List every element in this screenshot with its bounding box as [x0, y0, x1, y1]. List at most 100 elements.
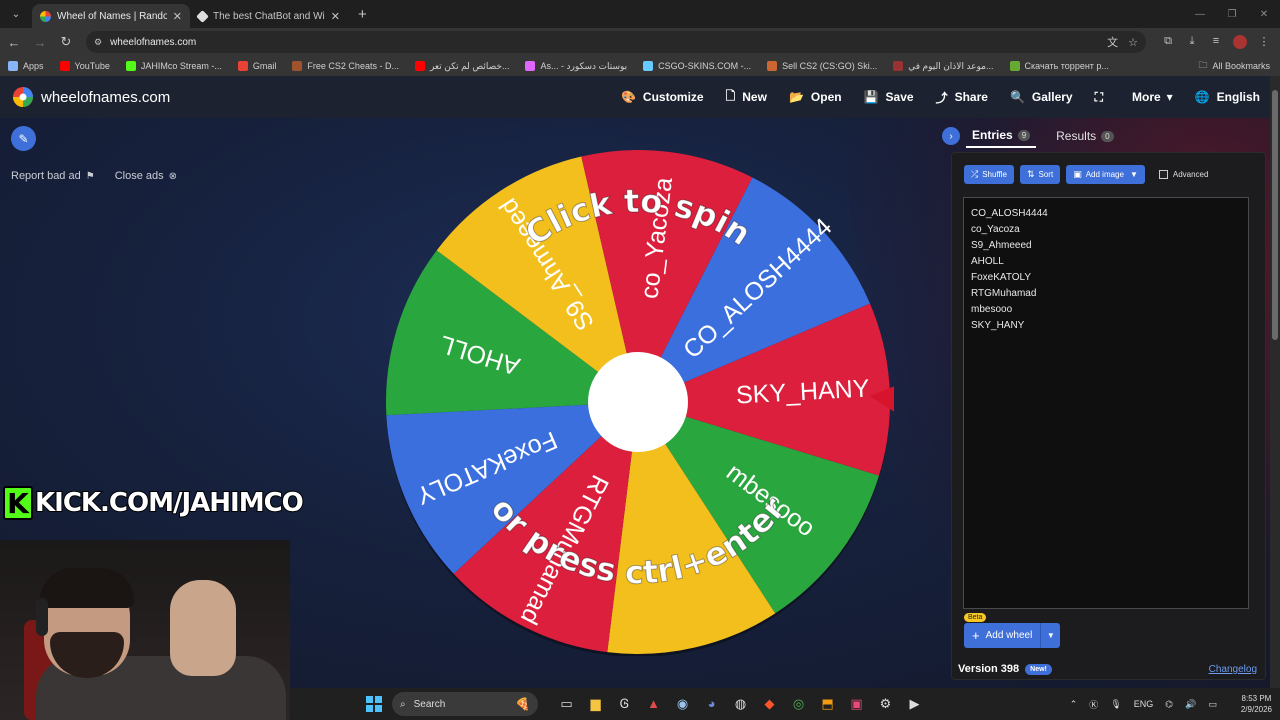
volume-icon[interactable]: 🔊 — [1185, 699, 1196, 710]
report-bad-ad-link[interactable]: Report bad ad ⚑ — [11, 170, 95, 182]
tray-chevron-icon[interactable]: ⌃ — [1070, 699, 1078, 710]
advanced-checkbox[interactable]: Advanced — [1158, 170, 1208, 179]
entries-textarea[interactable]: CO_ALOSH4444 co_Yacoza S9_Ahmeeed AHOLL Foxe… — [963, 197, 1249, 609]
kick-tray-icon[interactable]: Ⓚ — [1089, 698, 1098, 711]
app-circle-icon[interactable]: ◍ — [726, 696, 755, 712]
system-tray: ⌃ Ⓚ 🎙 ENG ⌬ 🔊 ▭ 8:53 PM 2/9/2026 — [1058, 688, 1272, 720]
profile-avatar-icon[interactable] — [1233, 35, 1247, 49]
add-image-button[interactable]: ▣ Add image ▼ — [1066, 165, 1145, 184]
media-icon[interactable]: ≡ — [1204, 35, 1228, 49]
fullscreen-icon: ⛶ — [1094, 89, 1103, 104]
close-tab-icon[interactable]: ✕ — [173, 10, 182, 23]
extensions-icon[interactable]: ⧉ — [1156, 35, 1180, 49]
close-window-icon[interactable]: ✕ — [1248, 0, 1280, 28]
url-text: wheelofnames.com — [110, 36, 197, 48]
chevron-down-icon: ▼ — [1046, 631, 1055, 640]
bookmark-item[interactable]: Sell CS2 (CS:GO) Ski... — [759, 61, 885, 71]
nav-customize[interactable]: 🎨 Customize — [621, 90, 704, 104]
address-bar[interactable]: ⚙ wheelofnames.com 文 ☆ — [86, 31, 1146, 53]
new-tab-icon[interactable]: + — [358, 6, 367, 23]
battery-icon[interactable]: ▭ — [1208, 699, 1217, 710]
collapse-panel-icon[interactable]: › — [942, 127, 960, 145]
nav-english[interactable]: 🌐 English — [1195, 90, 1260, 104]
browser-tab-chatbot[interactable]: The best ChatBot and Widgets ✕ — [190, 4, 348, 28]
translate-icon[interactable]: 文 — [1107, 34, 1118, 50]
new-file-icon: 🗋 — [725, 88, 736, 103]
close-ads-link[interactable]: Close ads ⊗ — [115, 170, 177, 182]
bookmark-item[interactable]: JAHIMco Stream -... — [118, 61, 230, 71]
add-wheel-button[interactable]: + Add wheel — [964, 623, 1041, 648]
chrome-icon[interactable]: ◎ — [784, 696, 813, 712]
spin-wheel[interactable]: SKY_HANYmbesoooRTGMuhamadFoxeKATOLYAHOLL… — [384, 148, 920, 657]
close-tab-icon[interactable]: ✕ — [331, 10, 340, 23]
bookmark-item[interactable]: Free CS2 Cheats - D... — [284, 61, 407, 71]
brave-icon[interactable]: ◆ — [755, 696, 784, 712]
checkbox[interactable] — [1158, 170, 1168, 179]
bookmark-favicon-icon — [525, 61, 536, 71]
bookmark-item[interactable]: CSGO-SKINS.COM -... — [635, 61, 759, 71]
bookmark-item[interactable]: As... - بوستات دسكورد — [517, 61, 635, 72]
bookmark-item[interactable]: Скачать торрент р... — [1002, 61, 1117, 71]
wifi-icon[interactable]: ⌬ — [1165, 699, 1173, 710]
menu-kebab-icon[interactable]: ⋮ — [1252, 35, 1276, 49]
nav-more[interactable]: More ▾ — [1132, 90, 1173, 104]
bookmark-star-icon[interactable]: ☆ — [1128, 36, 1138, 49]
all-bookmarks[interactable]: 🗀 All Bookmarks — [1198, 56, 1270, 76]
add-wheel-dropdown[interactable]: ▼ — [1040, 623, 1061, 648]
app-valorant-icon[interactable]: ▲ — [639, 696, 668, 712]
reload-icon[interactable]: ↻ — [54, 34, 78, 50]
page-scrollbar[interactable] — [1270, 76, 1280, 688]
streamer-hand — [170, 580, 236, 676]
shuffle-button[interactable]: ⤮ Shuffle — [964, 165, 1014, 184]
changelog-link[interactable]: Changelog — [1209, 664, 1257, 675]
download-icon[interactable]: ⤓ — [1180, 35, 1204, 49]
tab-results[interactable]: Results 0 — [1050, 125, 1119, 147]
media-player-icon[interactable]: ▶ — [900, 696, 929, 712]
input-language[interactable]: ENG — [1134, 699, 1154, 709]
nav-open[interactable]: 📂 Open — [789, 90, 842, 104]
entry-line: CO_ALOSH4444 — [971, 208, 1048, 219]
browser-tab-wheel-of-names[interactable]: Wheel of Names | Random nam ✕ — [32, 4, 190, 28]
nav-share[interactable]: ⤴ Share — [936, 89, 988, 106]
entry-line: S9_Ahmeeed — [971, 240, 1032, 251]
restore-icon[interactable]: ❐ — [1216, 0, 1248, 28]
site-logo[interactable]: wheelofnames.com — [12, 86, 170, 108]
minimize-icon[interactable]: — — [1184, 0, 1216, 28]
taskbar-search[interactable]: ⌕ Search 🍕 — [392, 692, 538, 716]
close-circle-icon: ⊗ — [168, 170, 177, 182]
bookmark-item[interactable]: Apps — [0, 61, 52, 71]
app-pink-icon[interactable]: ▣ — [842, 696, 871, 712]
steam-icon[interactable]: ◉ — [668, 696, 697, 712]
forward-icon[interactable]: → — [28, 35, 52, 50]
bookmark-favicon-icon — [414, 61, 425, 71]
bookmark-item[interactable]: YouTube — [52, 61, 118, 71]
windows-start-icon[interactable] — [366, 696, 382, 712]
nav-save[interactable]: 💾 Save — [864, 90, 914, 104]
app-g-icon[interactable]: Ꮆ — [610, 696, 639, 712]
file-explorer-icon[interactable]: ▆ — [581, 696, 610, 712]
bookmark-item[interactable]: Gmail — [230, 61, 285, 71]
tab-entries[interactable]: Entries 9 — [966, 124, 1037, 148]
settings-gear-icon[interactable]: ⚙ — [871, 696, 900, 712]
tab-search-icon[interactable]: ⌄ — [4, 3, 28, 25]
sort-button[interactable]: ⇅ Sort — [1019, 165, 1061, 184]
edit-pencil-icon[interactable]: ✎ — [11, 126, 36, 151]
nav-new[interactable]: 🗋 New — [726, 87, 767, 108]
site-info-icon[interactable]: ⚙ — [94, 37, 102, 48]
discord-icon[interactable]: ◕ — [697, 696, 726, 712]
wheel-center-hub[interactable] — [588, 352, 688, 452]
browser-tab-strip: ⌄ Wheel of Names | Random nam ✕ The best… — [0, 0, 1280, 28]
bookmark-item[interactable]: خصائص لم تكن تعر... — [407, 61, 518, 72]
nav-fullscreen[interactable]: ⛶ — [1095, 90, 1110, 105]
wheel-favicon-icon — [40, 10, 51, 22]
task-view-icon[interactable]: ▭ — [552, 696, 581, 712]
scrollbar-thumb[interactable] — [1272, 90, 1278, 340]
back-icon[interactable]: ← — [2, 35, 26, 50]
bookmark-item[interactable]: موعد الاذان اليوم في... — [885, 61, 1001, 72]
wheel-container[interactable]: SKY_HANY mbesooo RTGMuhamad FoxeKATOLY AHOLL… — [384, 148, 920, 657]
bookmark-favicon-icon — [237, 61, 248, 71]
app-orange-icon[interactable]: ⬒ — [813, 696, 842, 712]
nav-gallery[interactable]: 🔍 Gallery — [1010, 90, 1073, 104]
mic-icon[interactable]: 🎙 — [1110, 699, 1121, 710]
clock[interactable]: 8:53 PM 2/9/2026 — [1229, 693, 1272, 715]
